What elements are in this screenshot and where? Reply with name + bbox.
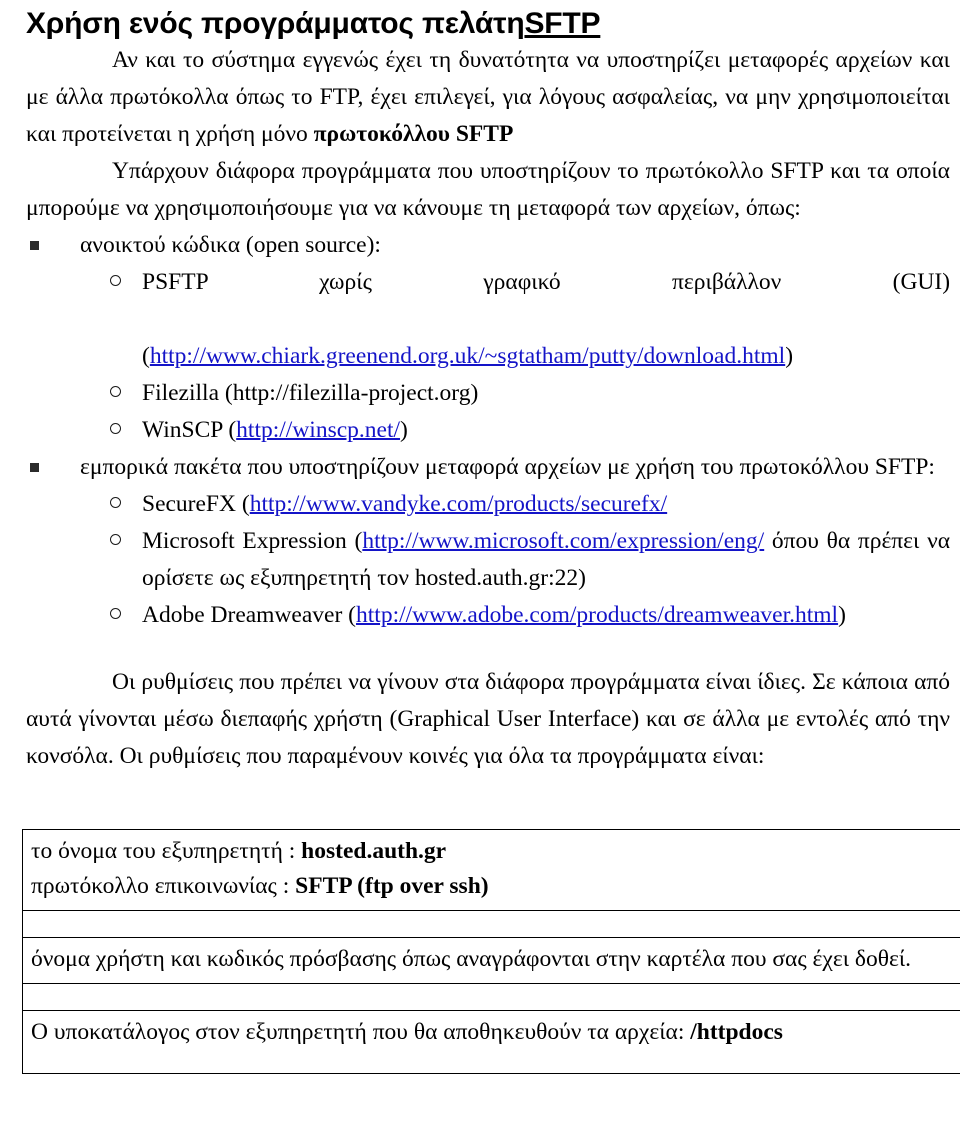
circle-bullet-icon — [110, 497, 121, 508]
server-name-value: hosted.auth.gr — [301, 838, 447, 864]
list-item-psftp-line: PSFTP χωρίς γραφικό περιβάλλον (GUI) — [142, 264, 950, 338]
list-item-open-source-label: ανοικτού κώδικα (open source): — [80, 232, 381, 258]
psftp-word-3: γραφικό — [483, 269, 561, 295]
psftp-url-line: (http://www.chiark.greenend.org.uk/~sgta… — [142, 343, 794, 369]
table-row-credentials: όνομα χρήστη και κωδικός πρόσβασης όπως … — [22, 937, 960, 984]
dreamweaver-link[interactable]: http://www.adobe.com/products/dreamweave… — [356, 602, 838, 628]
microsoft-expression-link[interactable]: http://www.microsoft.com/expression/eng/ — [362, 528, 764, 554]
psftp-word-2: χωρίς — [319, 269, 372, 295]
intro-paragraph-1-bold: πρωτοκόλλου SFTP — [313, 121, 514, 147]
list-item-msexpression-label: Microsoft Expression ( — [142, 528, 363, 554]
list-item-filezilla: Filezilla (http://filezilla-project.org) — [26, 375, 950, 412]
circle-bullet-icon — [110, 608, 121, 619]
square-bullet-icon — [30, 241, 39, 250]
table-row-server: το όνομα του εξυπηρετητή : hosted.auth.g… — [22, 829, 960, 911]
table-cell-spacer — [22, 910, 960, 938]
table-cell-credentials: όνομα χρήστη και κωδικός πρόσβασης όπως … — [22, 937, 960, 984]
protocol-label: πρωτόκολλο επικοινωνίας : — [31, 873, 296, 899]
psftp-word-5: (GUI) — [892, 269, 951, 295]
winscp-link[interactable]: http://winscp.net/ — [236, 417, 400, 443]
list-item-winscp: WinSCP (http://winscp.net/) — [26, 412, 950, 449]
connection-settings-table: το όνομα του εξυπηρετητή : hosted.auth.g… — [22, 829, 960, 1074]
page-title-tail: SFTP — [524, 7, 601, 40]
psftp-download-link[interactable]: http://www.chiark.greenend.org.uk/~sgtat… — [150, 343, 785, 369]
page-title: Χρήση ενός προγράμματος πελάτηSFTP — [26, 6, 954, 42]
list-item-winscp-close: ) — [400, 417, 408, 443]
page-title-main: Χρήση ενός προγράμματος πελάτη — [26, 7, 525, 40]
credentials-text: όνομα χρήστη και κωδικός πρόσβασης όπως … — [31, 946, 912, 972]
table-cell-spacer — [22, 983, 960, 1011]
circle-bullet-icon — [110, 386, 121, 397]
list-item-filezilla-label: Filezilla (http://filezilla-project.org) — [142, 380, 479, 406]
table-row-spacer-1 — [22, 910, 960, 938]
list-item-winscp-label: WinSCP ( — [142, 417, 237, 443]
list-item-open-source: ανοικτού κώδικα (open source): — [26, 227, 950, 264]
securefx-link[interactable]: http://www.vandyke.com/products/securefx… — [250, 491, 667, 517]
intro-paragraph-1: Αν και το σύστημα εγγενώς έχει τη δυνατό… — [26, 42, 950, 153]
list-item-dreamweaver-label: Adobe Dreamweaver ( — [142, 602, 357, 628]
list-item-commercial: εμπορικά πακέτα που υποστηρίζουν μεταφορ… — [26, 449, 950, 486]
psftp-word-4: περιβάλλον — [672, 269, 782, 295]
settings-paragraph: Οι ρυθμίσεις που πρέπει να γίνουν στα δι… — [26, 669, 950, 769]
list-item-psftp: PSFTP χωρίς γραφικό περιβάλλον (GUI) — [26, 264, 950, 338]
psftp-name: PSFTP — [142, 269, 208, 295]
circle-bullet-icon — [110, 534, 121, 545]
document-page: Χρήση ενός προγράμματος πελάτηSFTP Αν κα… — [0, 0, 960, 1136]
protocol-value: SFTP (ftp over ssh) — [295, 873, 489, 899]
list-item-securefx: SecureFX (http://www.vandyke.com/product… — [26, 486, 950, 523]
table-cell-subdirectory: Ο υποκατάλογος στον εξυπηρετητή που θα α… — [22, 1010, 960, 1074]
table-row-spacer-2 — [22, 983, 960, 1011]
list-item-microsoft-expression: Microsoft Expression (http://www.microso… — [26, 523, 950, 597]
square-bullet-icon — [30, 463, 39, 472]
subdirectory-value: /httpdocs — [690, 1019, 783, 1045]
list-item-dreamweaver-close: ) — [838, 602, 846, 628]
intro-paragraph-2: Υπάρχουν διάφορα προγράμματα που υποστηρ… — [26, 158, 950, 221]
circle-bullet-icon — [110, 275, 121, 286]
table-row-subdirectory: Ο υποκατάλογος στον εξυπηρετητή που θα α… — [22, 1010, 960, 1074]
table-cell-server: το όνομα του εξυπηρετητή : hosted.auth.g… — [22, 829, 960, 911]
circle-bullet-icon — [110, 423, 121, 434]
list-item-commercial-label: εμπορικά πακέτα που υποστηρίζουν μεταφορ… — [80, 454, 935, 480]
list-item-dreamweaver: Adobe Dreamweaver (http://www.adobe.com/… — [26, 597, 950, 634]
list-item-securefx-label: SecureFX ( — [142, 491, 250, 517]
subdirectory-label: Ο υποκατάλογος στον εξυπηρετητή που θα α… — [31, 1019, 691, 1045]
server-name-label: το όνομα του εξυπηρετητή : — [31, 838, 302, 864]
